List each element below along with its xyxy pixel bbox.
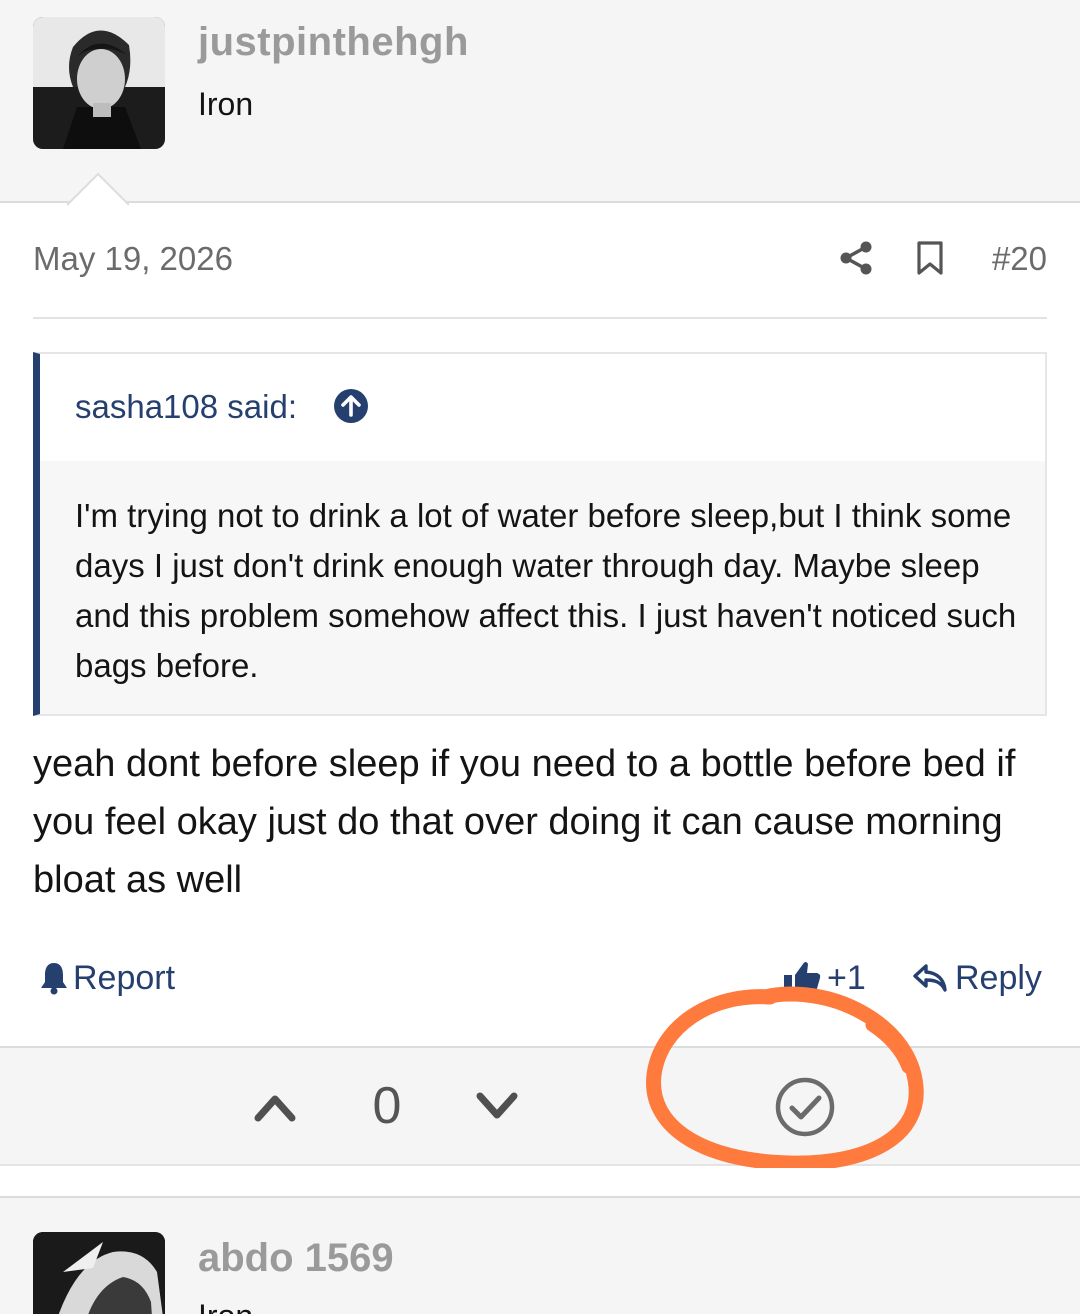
quote-block: sasha108 said: I'm trying not to drink a… — [33, 352, 1047, 716]
quote-text: I'm trying not to drink a lot of water b… — [75, 497, 1017, 684]
reply-button[interactable]: Reply — [913, 955, 1042, 1001]
next-post-user-header: abdo 1569 Iron — [0, 1196, 1080, 1314]
header-arrow-notch — [67, 172, 129, 206]
next-post-author-username[interactable]: abdo 1569 — [198, 1236, 394, 1281]
share-icon[interactable] — [839, 240, 873, 276]
post-author-title: Iron — [198, 86, 254, 122]
arrow-up-circle-icon[interactable] — [333, 388, 369, 424]
avatar[interactable] — [33, 17, 165, 149]
avatar[interactable] — [33, 1232, 165, 1314]
post-body-text: yeah dont before sleep if you need to a … — [33, 743, 1016, 901]
post-separator — [0, 1168, 1080, 1196]
quote-header: sasha108 said: — [40, 354, 1045, 461]
divider — [33, 317, 1047, 319]
quote-body: I'm trying not to drink a lot of water b… — [40, 461, 1045, 714]
report-label: Report — [73, 958, 176, 997]
post-author-username[interactable]: justpinthehgh — [198, 20, 469, 65]
post-meta: May 19, 2026 #20 — [33, 238, 1047, 282]
report-link[interactable]: Report — [39, 955, 175, 1001]
annotation-circle — [646, 986, 924, 1171]
quote-author[interactable]: sasha108 said: — [75, 388, 297, 426]
bookmark-icon[interactable] — [915, 240, 945, 276]
bell-icon — [41, 963, 67, 995]
post-number[interactable]: #20 — [992, 240, 1047, 278]
next-post-author-title: Iron — [198, 1298, 253, 1314]
reply-label: Reply — [955, 958, 1042, 997]
chevron-down-icon[interactable] — [476, 1090, 518, 1124]
chevron-up-icon[interactable] — [254, 1090, 296, 1124]
post-user-header: justpinthehgh Iron — [0, 0, 1080, 206]
post-date[interactable]: May 19, 2026 — [33, 240, 233, 278]
vote-count: 0 — [372, 1077, 402, 1135]
